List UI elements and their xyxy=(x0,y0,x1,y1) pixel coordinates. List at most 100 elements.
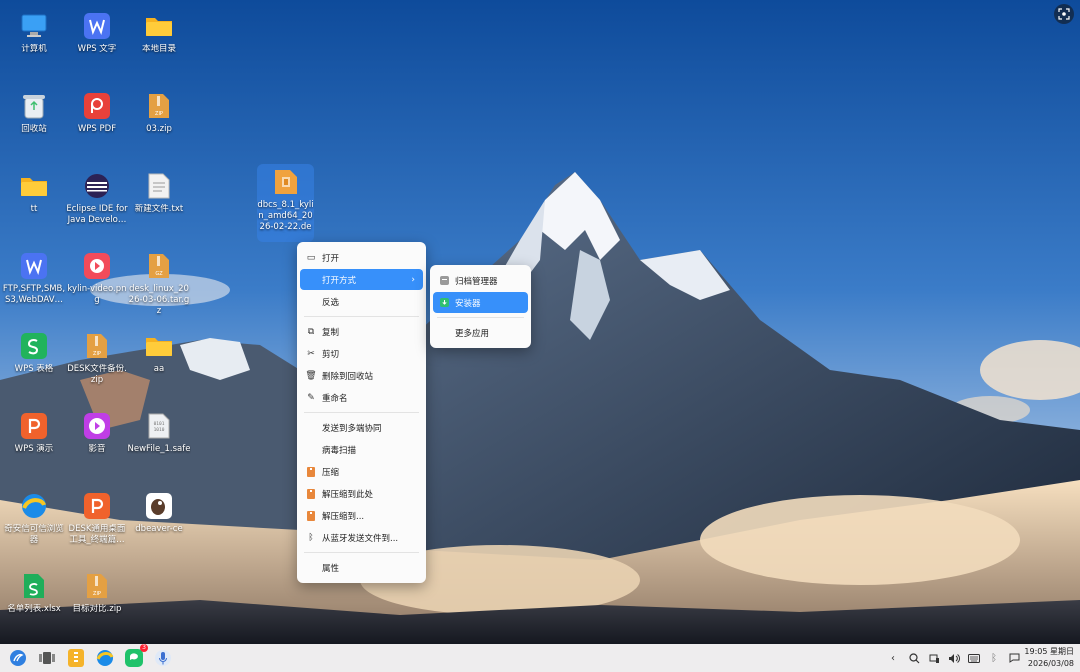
menu-label: 归档管理器 xyxy=(455,276,498,287)
menu-item-extract-to[interactable]: 解压缩到... xyxy=(300,505,423,526)
video-player-icon xyxy=(83,252,111,280)
desktop-icon[interactable]: 名单列表.xlsx xyxy=(2,568,66,640)
deb-package-icon xyxy=(272,168,300,196)
menu-item-rename[interactable]: ✎ 重命名 xyxy=(300,387,423,408)
taskbar-app-browser[interactable] xyxy=(94,647,116,669)
pencil-icon: ✎ xyxy=(307,392,315,403)
device-sync-icon[interactable] xyxy=(926,650,942,666)
wps-writer-icon xyxy=(20,252,48,280)
desktop-icon[interactable]: 新建文件.txt xyxy=(127,168,191,240)
menu-label: 剪切 xyxy=(322,349,340,360)
desktop-icon-label: aa xyxy=(153,364,165,374)
menu-label: 解压缩到... xyxy=(322,511,365,522)
desktop-icon[interactable]: WPS 表格 xyxy=(2,328,66,400)
desktop-icon-label: 影音 xyxy=(88,444,106,454)
search-icon[interactable] xyxy=(906,650,922,666)
svg-text:ZIP: ZIP xyxy=(93,351,101,357)
desktop-icon[interactable]: ZIP 03.zip xyxy=(127,88,191,160)
desktop-icon[interactable]: dbeaver-ce xyxy=(127,488,191,560)
desktop-icon-label: 名单列表.xlsx xyxy=(7,604,61,614)
desktop-icon[interactable]: 回收站 xyxy=(2,88,66,160)
menu-item-open[interactable]: ▭ 打开 xyxy=(300,247,423,268)
menu-item-bluetooth[interactable]: ᛒ 从蓝牙发送文件到... xyxy=(300,527,423,548)
menu-item-open-with[interactable]: 打开方式 › xyxy=(300,269,423,290)
menu-item-virus-scan[interactable]: 病毒扫描 xyxy=(300,439,423,460)
wps-writer-icon xyxy=(83,12,111,40)
menu-item-compress[interactable]: 压缩 xyxy=(300,461,423,482)
desktop-icon[interactable]: kylin-video.png xyxy=(65,248,129,320)
unread-badge: 3 xyxy=(140,644,148,652)
desktop-icon[interactable]: GZ desk_linux_2026-03-06.tar.gz xyxy=(127,248,191,320)
desktop-icon-label: kylin-video.png xyxy=(67,284,127,305)
context-menu: ▭ 打开 打开方式 › 反选 ⧉ 复制 ✂ 剪切 🗑 删除到回收站 ✎ 重命名 发送到多端协… xyxy=(297,242,426,583)
taskbar: 3 ‹ ᛒ 19:05 星期日 2026/03/08 xyxy=(0,644,1080,672)
desktop-icon[interactable]: DESK通用桌面工具_终端篇… xyxy=(65,488,129,560)
folder-open-icon: ▭ xyxy=(306,252,316,263)
bluetooth-icon[interactable]: ᛒ xyxy=(986,650,1002,666)
menu-item-delete[interactable]: 🗑 删除到回收站 xyxy=(300,365,423,386)
submenu-item-archive-manager[interactable]: 归档管理器 xyxy=(433,270,528,291)
wps-slides-icon xyxy=(83,492,111,520)
desktop-icon-label: Eclipse IDE for Java Develo… xyxy=(66,204,128,225)
menu-item-copy[interactable]: ⧉ 复制 xyxy=(300,321,423,342)
desktop[interactable]: 计算机 WPS 文字 本地目录回收站 WPS PDF ZIP 03.zip tt Eclips… xyxy=(0,0,1080,644)
submenu-item-installer[interactable]: 安装器 xyxy=(433,292,528,313)
text-file-icon xyxy=(145,172,173,200)
start-menu-button[interactable] xyxy=(7,647,29,669)
submenu-item-more-apps[interactable]: 更多应用 xyxy=(433,322,528,343)
menu-item-cut[interactable]: ✂ 剪切 xyxy=(300,343,423,364)
taskbar-app-voice-assistant[interactable] xyxy=(152,647,174,669)
desktop-icon[interactable]: 计算机 xyxy=(2,8,66,80)
desktop-icon[interactable]: WPS 文字 xyxy=(65,8,129,80)
menu-label: 发送到多端协同 xyxy=(322,423,382,434)
taskbar-app-chat[interactable]: 3 xyxy=(123,644,148,669)
desktop-icon[interactable]: ZIP 目标对比.zip xyxy=(65,568,129,640)
clock-date: 2026/03/08 xyxy=(1027,659,1074,668)
desktop-icon[interactable]: 本地目录 xyxy=(127,8,191,80)
desktop-icon[interactable]: FTP,SFTP,SMB,S3,WebDAV… xyxy=(2,248,66,320)
desktop-icon-label: DESK文件备份.zip xyxy=(67,364,127,385)
notification-icon[interactable] xyxy=(1006,650,1022,666)
menu-label: 压缩 xyxy=(322,467,340,478)
desktop-icon-label: 奇安信可信浏览器 xyxy=(4,524,64,545)
menu-item-invert-select[interactable]: 反选 xyxy=(300,291,423,312)
screenshot-button[interactable] xyxy=(1054,4,1074,24)
desktop-icon[interactable]: aa xyxy=(127,328,191,400)
binary-file-icon: 0101 1010 xyxy=(145,412,173,440)
menu-item-properties[interactable]: 属性 xyxy=(300,557,423,578)
chevron-left-icon[interactable]: ‹ xyxy=(885,650,901,666)
volume-icon[interactable] xyxy=(946,650,962,666)
desktop-icon[interactable]: 奇安信可信浏览器 xyxy=(2,488,66,560)
recycle-bin-icon xyxy=(20,92,48,120)
desktop-icon[interactable]: WPS 演示 xyxy=(2,408,66,480)
taskbar-app-notes[interactable] xyxy=(65,647,87,669)
desktop-icon-label: 回收站 xyxy=(21,124,47,134)
menu-item-send-multi[interactable]: 发送到多端协同 xyxy=(300,417,423,438)
clock[interactable]: 19:05 星期日 2026/03/08 xyxy=(1024,646,1074,670)
browser-icon xyxy=(20,492,48,520)
chat-app-icon xyxy=(125,649,143,667)
gz-icon: GZ xyxy=(145,252,173,280)
desktop-icon-label: 本地目录 xyxy=(141,44,176,54)
keyboard-icon[interactable] xyxy=(966,650,982,666)
menu-label: 重命名 xyxy=(322,393,348,404)
desktop-icon-label: DESK通用桌面工具_终端篇… xyxy=(68,524,126,545)
desktop-icon-label: tt xyxy=(30,204,38,214)
desktop-icon[interactable]: ZIP DESK文件备份.zip xyxy=(65,328,129,400)
dbeaver-icon xyxy=(145,492,173,520)
menu-label: 解压缩到此处 xyxy=(322,489,374,500)
desktop-icon[interactable]: Eclipse IDE for Java Develo… xyxy=(65,168,129,240)
svg-text:ZIP: ZIP xyxy=(155,111,163,117)
folder-icon xyxy=(145,12,173,40)
desktop-icon[interactable]: WPS PDF xyxy=(65,88,129,160)
menu-item-extract-here[interactable]: 解压缩到此处 xyxy=(300,483,423,504)
desktop-icon[interactable]: 影音 xyxy=(65,408,129,480)
desktop-icon[interactable]: dbcs_8.1_kylin_amd64_2026-02-22.deb xyxy=(257,164,314,242)
desktop-icon[interactable]: 0101 1010 NewFile_1.safe xyxy=(127,408,191,480)
desktop-icon[interactable]: tt xyxy=(2,168,66,240)
archive-manager-icon xyxy=(439,276,449,286)
menu-label: 删除到回收站 xyxy=(322,371,374,382)
zip-icon: ZIP xyxy=(83,332,111,360)
computer-icon xyxy=(20,12,48,40)
multitask-view-button[interactable] xyxy=(36,647,58,669)
